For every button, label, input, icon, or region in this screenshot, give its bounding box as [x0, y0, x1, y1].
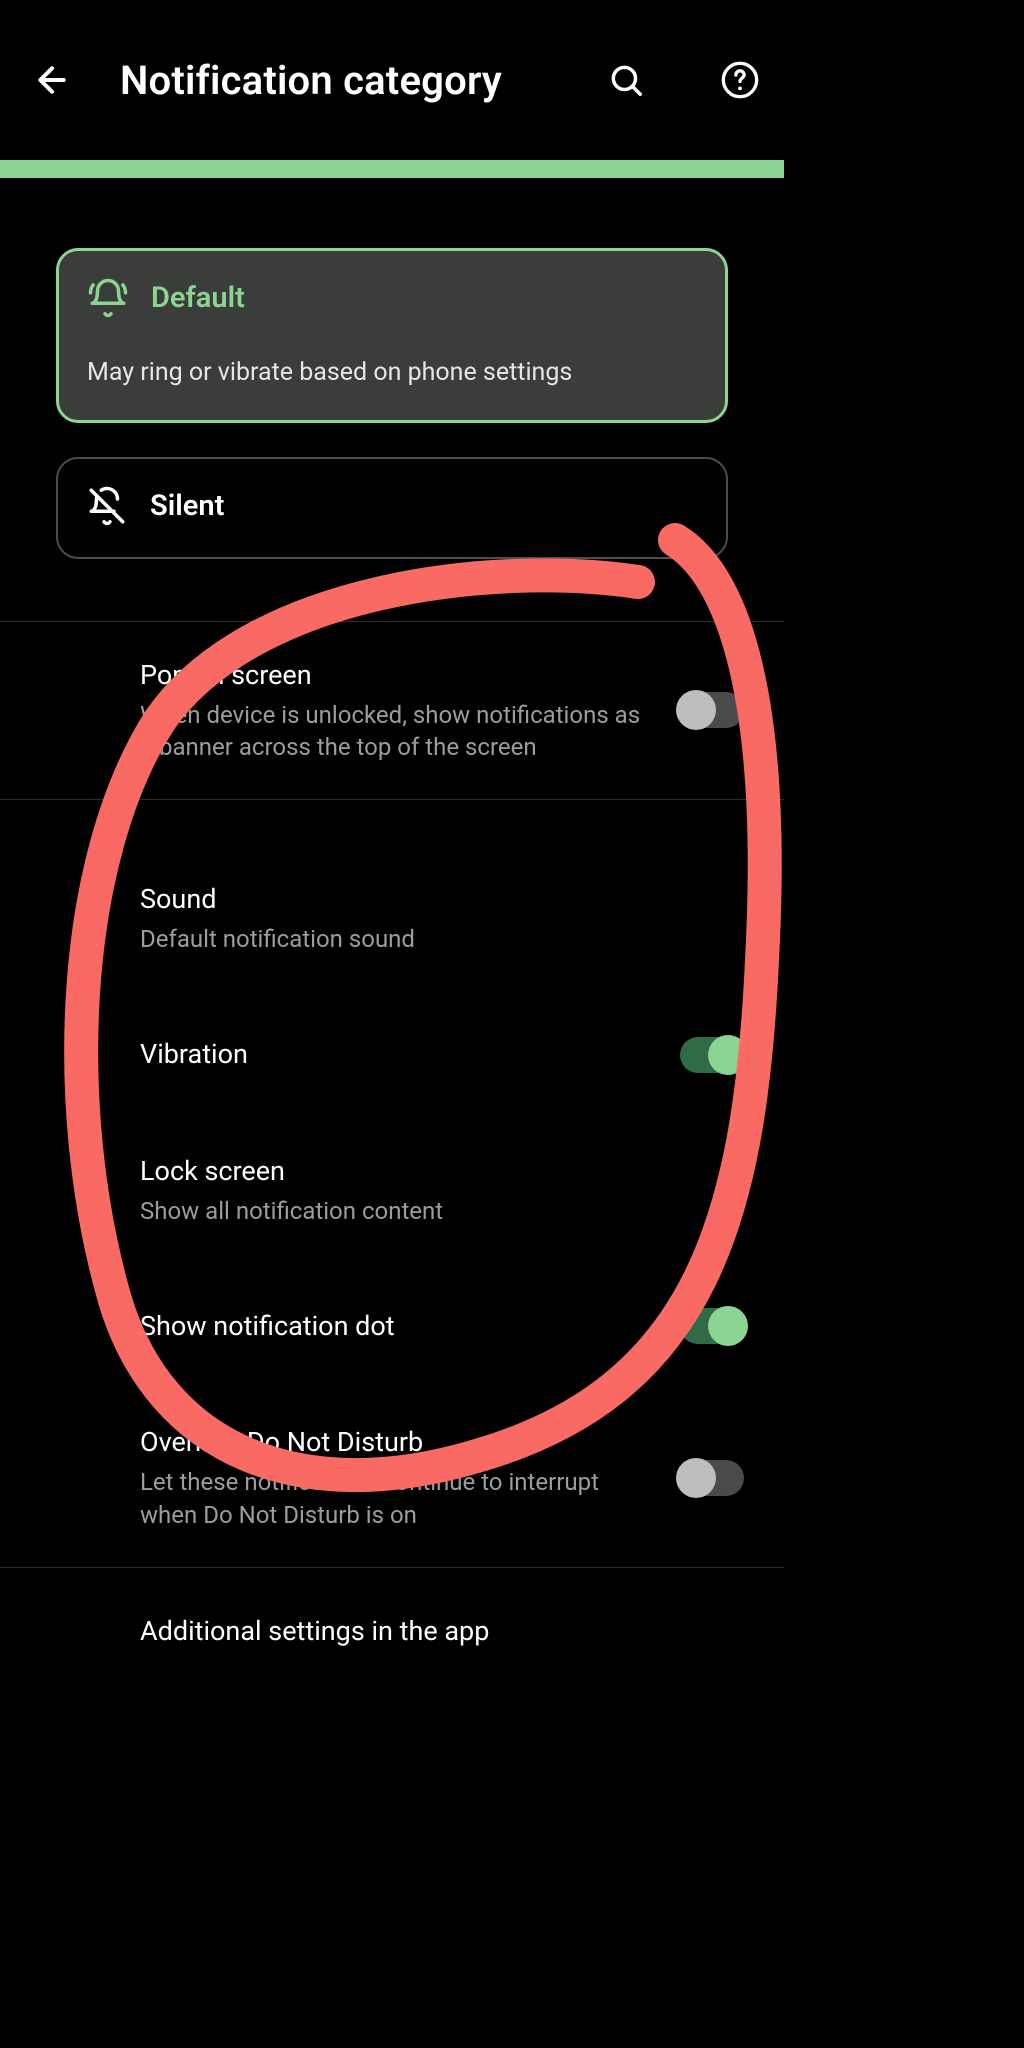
- row-sub: Let these notifications continue to inte…: [140, 1466, 656, 1531]
- mode-default-card[interactable]: Default May ring or vibrate based on pho…: [56, 248, 728, 423]
- row-pop-on-screen[interactable]: Pop on screen When device is unlocked, s…: [0, 622, 784, 800]
- help-button[interactable]: [716, 56, 764, 104]
- toggle-pop-on-screen[interactable]: [680, 692, 744, 728]
- search-icon: [607, 61, 645, 99]
- row-label: Override Do Not Disturb: [140, 1425, 656, 1460]
- row-sound[interactable]: Sound Default notification sound: [0, 800, 784, 991]
- toggle-override-dnd[interactable]: [680, 1460, 744, 1496]
- row-sub: Show all notification content: [140, 1195, 720, 1227]
- search-button[interactable]: [602, 56, 650, 104]
- bell-off-icon: [86, 485, 128, 527]
- row-vibration[interactable]: Vibration: [0, 992, 784, 1118]
- page-title: Notification category: [120, 57, 536, 104]
- mode-silent-title: Silent: [150, 489, 224, 523]
- app-header: Notification category: [0, 0, 784, 160]
- row-sub: Default notification sound: [140, 923, 720, 955]
- mode-silent-card[interactable]: Silent: [56, 457, 728, 559]
- row-label: Pop on screen: [140, 658, 656, 693]
- back-button[interactable]: [30, 58, 74, 102]
- row-sub: When device is unlocked, show notificati…: [140, 699, 656, 764]
- mode-default-desc: May ring or vibrate based on phone setti…: [87, 357, 697, 390]
- mode-default-title: Default: [151, 281, 245, 315]
- toggle-vibration[interactable]: [680, 1037, 744, 1073]
- row-label: Show notification dot: [140, 1309, 656, 1344]
- row-notification-dot[interactable]: Show notification dot: [0, 1263, 784, 1389]
- row-lock-screen[interactable]: Lock screen Show all notification conten…: [0, 1118, 784, 1263]
- mode-cards: Default May ring or vibrate based on pho…: [0, 178, 784, 621]
- toggle-notification-dot[interactable]: [680, 1308, 744, 1344]
- bell-ring-icon: [87, 277, 129, 319]
- row-override-dnd[interactable]: Override Do Not Disturb Let these notifi…: [0, 1389, 784, 1567]
- row-label: Vibration: [140, 1037, 656, 1072]
- row-label: Sound: [140, 882, 720, 917]
- arrow-left-icon: [32, 60, 72, 100]
- accent-bar: [0, 160, 784, 178]
- help-icon: [720, 60, 760, 100]
- row-label: Additional settings in the app: [140, 1614, 720, 1649]
- row-additional-settings[interactable]: Additional settings in the app: [0, 1568, 784, 1694]
- row-label: Lock screen: [140, 1154, 720, 1189]
